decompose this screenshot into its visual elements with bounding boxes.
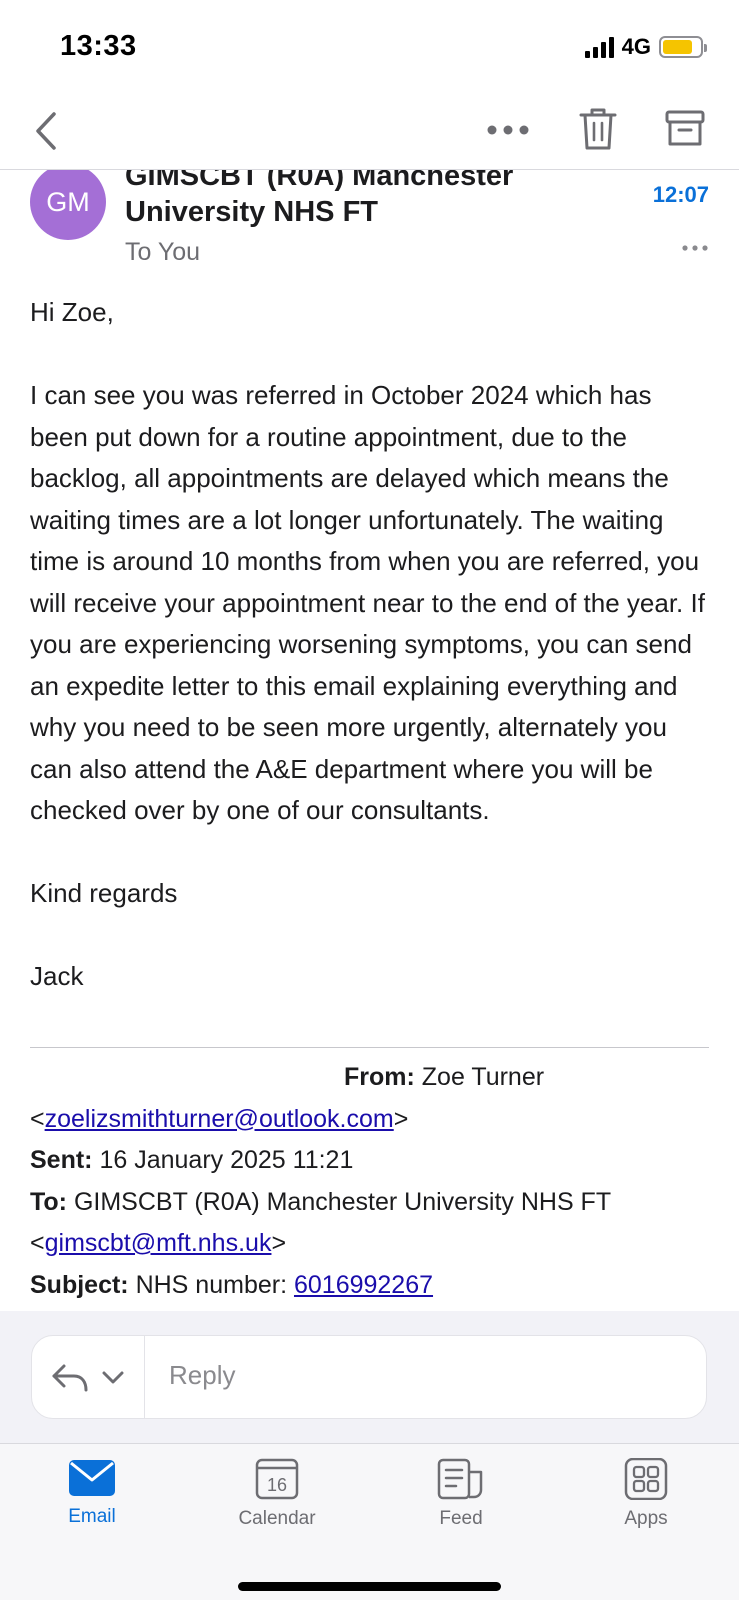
mail-time: 12:07 <box>652 182 709 207</box>
subject-text: NHS number: <box>135 1270 288 1299</box>
reply-area: Reply <box>0 1311 739 1443</box>
quoted-from-line: From: Zoe Turner <box>30 1057 710 1099</box>
recipient-line[interactable]: To You <box>125 238 200 267</box>
message-more-button[interactable] <box>681 240 709 251</box>
signoff: Kind regards <box>30 878 178 908</box>
tab-feed[interactable]: Feed <box>396 1458 526 1530</box>
tab-apps-label: Apps <box>624 1508 668 1529</box>
tab-email[interactable]: Email <box>27 1458 157 1528</box>
back-button[interactable] <box>28 108 68 154</box>
tab-bar: Email 16 Calendar Feed Apps <box>0 1443 739 1600</box>
sent-value: 16 January 2025 11:21 <box>99 1146 354 1174</box>
quoted-subject-line: Subject: NHS number: 6016992267 <box>30 1265 710 1307</box>
trash-icon <box>579 108 617 150</box>
ellipsis-icon <box>682 245 708 251</box>
quoted-to-email-line: <gimscbt@mft.nhs.uk> <box>30 1229 287 1257</box>
ellipsis-icon <box>487 125 529 135</box>
delete-button[interactable] <box>578 106 618 152</box>
greeting: Hi Zoe, <box>30 297 114 327</box>
from-label: From: <box>344 1063 415 1091</box>
reply-options-button[interactable] <box>32 1336 145 1418</box>
quoted-sent-line: Sent: 16 January 2025 11:21 <box>30 1140 710 1182</box>
quoted-to-line: To: GIMSCBT (R0A) Manchester University … <box>30 1182 710 1224</box>
network-label: 4G <box>621 34 651 59</box>
reply-icon <box>52 1364 88 1392</box>
status-indicators: 4G <box>584 34 707 60</box>
reply-box[interactable]: Reply <box>31 1335 707 1419</box>
battery-level <box>663 40 692 54</box>
tab-apps[interactable]: Apps <box>581 1458 711 1530</box>
archive-icon <box>665 110 705 146</box>
to-label: To: <box>30 1187 68 1216</box>
signature: Jack <box>30 961 84 991</box>
mail-icon <box>69 1460 115 1496</box>
chevron-down-icon <box>102 1371 124 1384</box>
nhs-number-link[interactable]: 6016992267 <box>294 1271 433 1299</box>
subject-label: Subject: <box>30 1270 129 1299</box>
more-button[interactable] <box>484 112 532 148</box>
tab-calendar-label: Calendar <box>238 1508 316 1529</box>
battery-icon <box>659 36 707 58</box>
status-time: 13:33 <box>60 30 137 62</box>
tab-feed-label: Feed <box>439 1508 483 1529</box>
mail-body: Hi Zoe, I can see you was referred in Oc… <box>30 292 710 998</box>
home-indicator[interactable] <box>238 1582 501 1591</box>
avatar-initials: GM <box>46 186 90 217</box>
calendar-day: 16 <box>267 1475 287 1495</box>
tab-email-label: Email <box>68 1506 116 1527</box>
avatar[interactable]: GM <box>30 164 106 240</box>
nav-bar <box>0 90 739 170</box>
to-name: GIMSCBT (R0A) Manchester University NHS … <box>73 1187 612 1216</box>
tab-calendar[interactable]: 16 Calendar <box>212 1458 342 1530</box>
calendar-icon: 16 <box>255 1458 299 1500</box>
quoted-message: From: Zoe Turner <zoelizsmithturner@outl… <box>30 1057 710 1306</box>
body-paragraph: I can see you was referred in October 20… <box>30 380 705 825</box>
chevron-left-icon <box>36 112 56 150</box>
status-bar: 13:33 4G <box>0 0 739 90</box>
quoted-from-email-line: <zoelizsmithturner@outlook.com> <box>30 1104 409 1133</box>
from-email-link[interactable]: zoelizsmithturner@outlook.com <box>45 1105 394 1133</box>
sent-label: Sent: <box>30 1146 93 1174</box>
reply-input[interactable]: Reply <box>169 1360 235 1391</box>
signal-icon <box>584 36 614 58</box>
archive-button[interactable] <box>664 106 706 152</box>
from-name: Zoe Turner <box>421 1063 545 1091</box>
quote-divider <box>30 1047 709 1048</box>
to-email-link[interactable]: gimscbt@mft.nhs.uk <box>45 1229 272 1257</box>
feed-icon <box>437 1458 483 1500</box>
apps-icon <box>624 1458 668 1500</box>
